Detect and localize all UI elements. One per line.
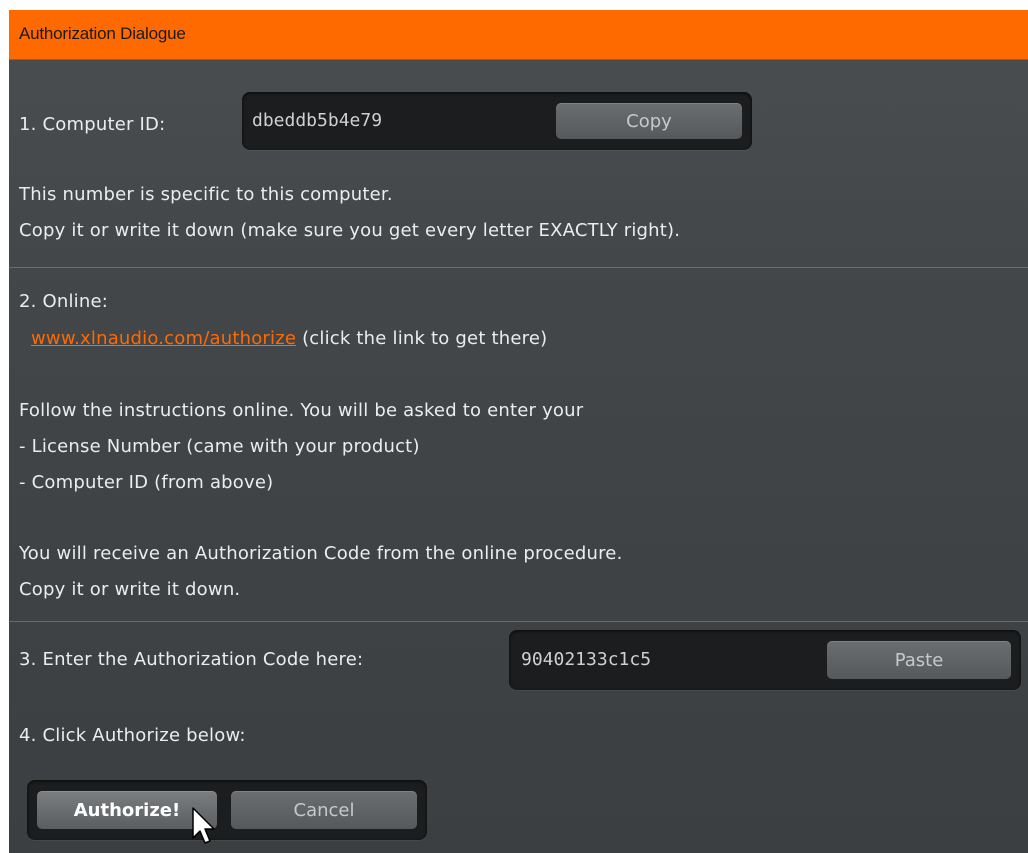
authorization-dialog: Authorization Dialogue 1. Computer ID: d… [9, 10, 1028, 853]
computer-id-label: 1. Computer ID: [19, 114, 166, 135]
copy-button[interactable]: Copy [556, 103, 742, 139]
authorize-button[interactable]: Authorize! [37, 791, 217, 829]
computer-id-well: dbeddb5b4e79 Copy [242, 92, 752, 150]
computer-id-value[interactable]: dbeddb5b4e79 [252, 110, 382, 131]
mouse-cursor-icon [192, 807, 215, 844]
write-down-text: Copy it or write it down. [19, 579, 241, 600]
divider [9, 267, 1028, 268]
authorize-link[interactable]: www.xlnaudio.com/authorize [31, 328, 296, 349]
auth-code-input[interactable]: 90402133c1c5 [521, 649, 651, 670]
authorize-link-line: www.xlnaudio.com/authorize (click the li… [31, 328, 547, 349]
divider [9, 621, 1028, 622]
instruction-item-computer-id: - Computer ID (from above) [19, 472, 274, 493]
auth-code-label: 3. Enter the Authorization Code here: [19, 649, 364, 670]
authorize-instruction: 4. Click Authorize below: [19, 725, 246, 746]
action-button-well: Authorize! Cancel [27, 780, 427, 840]
cancel-button[interactable]: Cancel [231, 791, 417, 829]
title-bar: Authorization Dialogue [9, 10, 1028, 60]
instructions-text: Follow the instructions online. You will… [19, 400, 584, 421]
auth-code-well: 90402133c1c5 Paste [509, 630, 1021, 690]
computer-id-note-2: Copy it or write it down (make sure you … [19, 220, 681, 241]
instruction-item-license: - License Number (came with your product… [19, 436, 420, 457]
paste-button[interactable]: Paste [827, 641, 1011, 679]
receive-code-text: You will receive an Authorization Code f… [19, 543, 623, 564]
link-hint: (click the link to get there) [302, 328, 548, 349]
online-label: 2. Online: [19, 291, 109, 312]
computer-id-note-1: This number is specific to this computer… [19, 184, 393, 205]
dialog-title: Authorization Dialogue [19, 24, 186, 43]
